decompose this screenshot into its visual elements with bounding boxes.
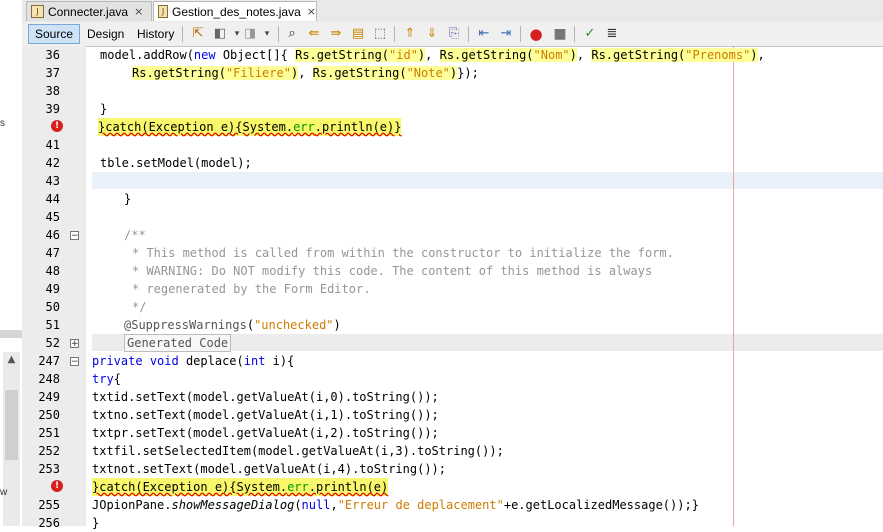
line-number: 48	[45, 264, 60, 278]
code-line[interactable]: @SuppressWarnings("unchecked")	[124, 316, 341, 334]
uncomment-icon[interactable]: ≣	[604, 26, 620, 42]
shift-right-icon[interactable]: ⇥	[498, 26, 514, 42]
code-line[interactable]: txtid.setText(model.getValueAt(i,0).toSt…	[92, 388, 439, 406]
left-panel-text: w	[0, 487, 8, 498]
close-icon[interactable]: ×	[134, 5, 143, 18]
source-view-button[interactable]: Source	[28, 24, 81, 44]
line-number: 49	[45, 282, 60, 296]
line-number: 51	[45, 318, 60, 332]
line-number: 248	[38, 372, 60, 386]
editor-tab-bar: J Connecter.java × J Gestion_des_notes.j…	[22, 0, 883, 23]
line-number: 39	[45, 102, 60, 116]
toolbar-separator	[468, 26, 469, 42]
fold-expand-icon[interactable]: +	[70, 339, 79, 349]
toggle-highlight-icon[interactable]: ▤	[350, 26, 366, 42]
comment-icon[interactable]: ✓	[582, 26, 598, 42]
code-line[interactable]: txtpr.setText(model.getValueAt(i,2).toSt…	[92, 424, 439, 442]
code-line[interactable]: }	[92, 514, 99, 532]
code-line[interactable]: txtfil.setSelectedItem(model.getValueAt(…	[92, 442, 504, 460]
find-prev-icon[interactable]: ⇚	[306, 26, 322, 42]
code-line[interactable]: * regenerated by the Form Editor.	[132, 280, 370, 298]
toolbar-separator	[574, 26, 575, 42]
toolbar-separator	[394, 26, 395, 42]
code-line[interactable]: }	[124, 190, 131, 208]
code-line[interactable]: txtno.setText(model.getValueAt(i,1).toSt…	[92, 406, 439, 424]
left-panel-marker: s	[0, 118, 5, 129]
line-number: 38	[45, 84, 60, 98]
right-margin-guide	[733, 46, 734, 526]
stop-macro-icon[interactable]: ■	[552, 26, 568, 42]
tab-connecter[interactable]: J Connecter.java ×	[26, 1, 152, 21]
forward-icon[interactable]: ◨	[242, 26, 258, 42]
history-view-button[interactable]: History	[131, 24, 180, 44]
java-file-icon: J	[158, 5, 169, 18]
code-line[interactable]: /**	[124, 226, 146, 244]
fold-collapse-icon[interactable]: −	[70, 357, 79, 367]
code-line[interactable]: JOpionPane.showMessageDialog(null,"Erreu…	[92, 496, 699, 514]
toolbar-separator	[182, 26, 183, 42]
line-number: 45	[45, 210, 60, 224]
shift-left-icon[interactable]: ⇤	[476, 26, 492, 42]
code-line[interactable]: * WARNING: Do NOT modify this code. The …	[132, 262, 652, 280]
line-number: 44	[45, 192, 60, 206]
code-line-error[interactable]: }catch(Exception e){System.err.println(e…	[98, 118, 402, 136]
chevron-down-icon[interactable]: ▾	[259, 26, 275, 42]
left-panel-scroll-thumb[interactable]	[5, 390, 18, 460]
back-icon[interactable]: ◧	[212, 26, 228, 42]
line-number: 251	[38, 426, 60, 440]
record-macro-icon[interactable]: ●	[528, 26, 544, 42]
design-view-button[interactable]: Design	[81, 24, 130, 44]
line-number: 50	[45, 300, 60, 314]
fold-collapse-icon[interactable]: −	[70, 231, 79, 241]
line-number: 247	[38, 354, 60, 368]
left-panel: s ▲ w	[0, 0, 23, 526]
generated-code-fold[interactable]: Generated Code	[124, 334, 232, 352]
line-number: 42	[45, 156, 60, 170]
line-number: 250	[38, 408, 60, 422]
line-number: 46	[45, 228, 60, 242]
next-bookmark-icon[interactable]: ⇓	[424, 26, 440, 42]
line-number: 249	[38, 390, 60, 404]
code-line[interactable]: model.addRow(new Object[]{ Rs.getString(…	[100, 46, 765, 64]
tab-label: Connecter.java	[48, 4, 129, 19]
line-number: 52	[45, 336, 60, 350]
java-file-icon: J	[31, 5, 44, 18]
tab-label: Gestion_des_notes.java	[172, 4, 301, 19]
code-line-error[interactable]: }catch(Exception e){System.err.println(e…	[92, 478, 389, 496]
current-line-highlight	[92, 172, 883, 189]
line-number: 43	[45, 174, 60, 188]
last-edit-icon[interactable]: ⇱	[190, 26, 206, 42]
code-line[interactable]: Rs.getString("Filiere"), Rs.getString("N…	[132, 64, 479, 82]
line-number: 36	[45, 48, 60, 62]
toolbar-separator	[278, 26, 279, 42]
code-line[interactable]: }	[100, 100, 107, 118]
code-line[interactable]: private void deplace(int i){	[92, 352, 294, 370]
code-line[interactable]: * This method is called from within the …	[132, 244, 674, 262]
find-icon[interactable]: ⌕	[284, 26, 300, 42]
toolbar-separator	[520, 26, 521, 42]
line-number: 37	[45, 66, 60, 80]
code-line[interactable]: tble.setModel(model);	[100, 154, 252, 172]
line-number: 255	[38, 498, 60, 512]
editor-toolbar: Source Design History ⇱ ◧ ▾ ◨ ▾ ⌕ ⇚ ⇛ ▤ …	[22, 22, 883, 47]
panel-splitter[interactable]	[0, 330, 22, 338]
line-number: 41	[45, 138, 60, 152]
line-number: 256	[38, 516, 60, 530]
error-icon[interactable]: !	[51, 120, 63, 132]
toggle-bookmark-icon[interactable]: ⎘	[446, 26, 462, 42]
code-line[interactable]: txtnot.setText(model.getValueAt(i,4).toS…	[92, 460, 446, 478]
error-icon[interactable]: !	[51, 480, 63, 492]
prev-bookmark-icon[interactable]: ⇑	[402, 26, 418, 42]
close-icon[interactable]: ×	[307, 5, 316, 18]
line-number: 252	[38, 444, 60, 458]
scroll-up-icon[interactable]: ▲	[4, 354, 19, 368]
line-number: 253	[38, 462, 60, 476]
tab-gestion-des-notes[interactable]: J Gestion_des_notes.java ×	[153, 1, 317, 21]
find-next-icon[interactable]: ⇛	[328, 26, 344, 42]
line-number: 47	[45, 246, 60, 260]
toggle-rect-select-icon[interactable]: ⬚	[372, 26, 388, 42]
code-line[interactable]: try{	[92, 370, 121, 388]
code-line[interactable]: */	[132, 298, 146, 316]
